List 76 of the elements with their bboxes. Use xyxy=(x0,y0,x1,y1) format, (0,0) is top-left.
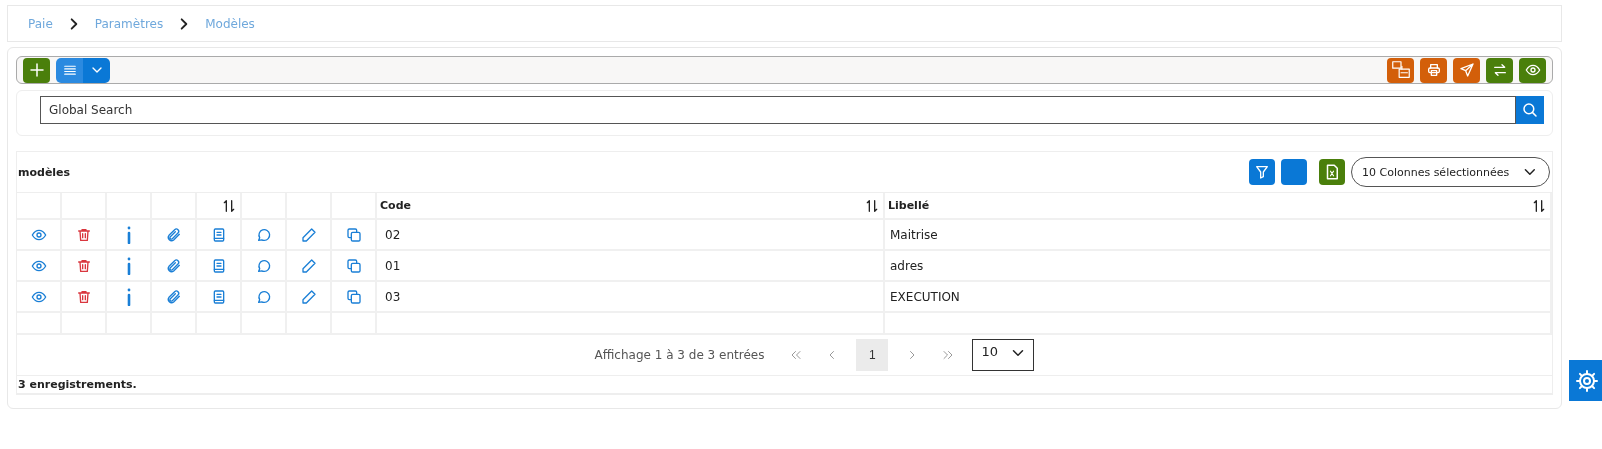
pencil-button[interactable] xyxy=(300,226,317,243)
first-page-icon xyxy=(790,349,803,361)
pencil-button[interactable] xyxy=(300,257,317,274)
search-button[interactable] xyxy=(1516,96,1544,124)
trash-button[interactable] xyxy=(75,226,92,243)
trash-button[interactable] xyxy=(75,288,92,305)
trash-icon xyxy=(75,257,92,274)
menu-button[interactable] xyxy=(56,57,83,83)
info-button[interactable] xyxy=(125,225,132,244)
search-icon xyxy=(1521,101,1539,119)
copy-button[interactable] xyxy=(345,226,362,243)
paperclip-button[interactable] xyxy=(165,226,182,243)
sort-icon xyxy=(864,197,880,214)
column-header: Code xyxy=(377,193,885,220)
search-field[interactable]: Global Search xyxy=(40,96,1516,124)
speech-bubble-button[interactable] xyxy=(255,288,272,305)
page-button[interactable]: 1 xyxy=(856,339,889,371)
printers-icon xyxy=(1389,59,1412,81)
pencil-icon xyxy=(300,226,317,243)
copy-button[interactable] xyxy=(345,257,362,274)
speech-bubble-button[interactable] xyxy=(255,257,272,274)
table-cell: EXECUTION xyxy=(885,282,1552,313)
table-cell: adres xyxy=(885,251,1552,282)
eye-icon xyxy=(1524,62,1541,78)
table-cell: 03 xyxy=(377,282,885,313)
swap-icon xyxy=(1491,62,1508,78)
sort-icon xyxy=(1531,197,1547,214)
printer-button[interactable] xyxy=(1420,57,1447,83)
trash-icon xyxy=(75,288,92,305)
speech-bubble-icon xyxy=(255,257,272,274)
trash-icon xyxy=(75,226,92,243)
filter-button[interactable] xyxy=(1249,159,1275,185)
pencil-icon xyxy=(300,257,317,274)
pencil-icon xyxy=(300,288,317,305)
trash-button[interactable] xyxy=(75,257,92,274)
speech-bubble-button[interactable] xyxy=(255,226,272,243)
speech-bubble-icon xyxy=(255,288,272,305)
table-cell: 01 xyxy=(377,251,885,282)
speech-bubble-icon xyxy=(255,226,272,243)
info-icon xyxy=(125,256,132,275)
last-page-icon xyxy=(942,349,955,361)
paperclip-icon xyxy=(165,226,182,243)
printer-icon xyxy=(1425,62,1442,78)
copy-button[interactable] xyxy=(345,288,362,305)
pencil-button[interactable] xyxy=(300,288,317,305)
table-cell: 02 xyxy=(377,220,885,251)
copy-icon xyxy=(345,226,362,243)
info-button[interactable] xyxy=(125,256,132,275)
paperclip-icon xyxy=(165,288,182,305)
paperclip-button[interactable] xyxy=(165,257,182,274)
paperclip-icon xyxy=(165,257,182,274)
page-size-dropdown[interactable]: 10 xyxy=(972,339,1035,371)
table-title: modèles xyxy=(18,165,71,179)
sort-icon xyxy=(221,197,237,214)
printers-button[interactable] xyxy=(1387,57,1414,83)
record-count: 3 enregistrements. xyxy=(17,376,1552,394)
eye-button[interactable] xyxy=(1519,57,1546,83)
send-icon xyxy=(1458,62,1475,78)
pagination-summary: Affichage 1 à 3 de 3 entrées xyxy=(594,348,765,362)
filter-icon xyxy=(1254,164,1270,180)
settings-icon xyxy=(1575,368,1599,393)
info-icon xyxy=(125,287,132,306)
dropdown-button[interactable] xyxy=(83,57,110,83)
column-header: Libellé xyxy=(885,193,1552,220)
settings-button[interactable] xyxy=(1569,360,1602,401)
copy-icon xyxy=(345,257,362,274)
send-button[interactable] xyxy=(1453,57,1480,83)
paperclip-button[interactable] xyxy=(165,288,182,305)
excel-export-button[interactable] xyxy=(1319,159,1345,185)
table-cell: Maitrise xyxy=(885,220,1552,251)
swap-button[interactable] xyxy=(1486,57,1513,83)
info-icon xyxy=(125,225,132,244)
plus-icon xyxy=(27,61,46,79)
add-button[interactable] xyxy=(23,57,50,83)
copy-icon xyxy=(345,288,362,305)
info-button[interactable] xyxy=(125,287,132,306)
